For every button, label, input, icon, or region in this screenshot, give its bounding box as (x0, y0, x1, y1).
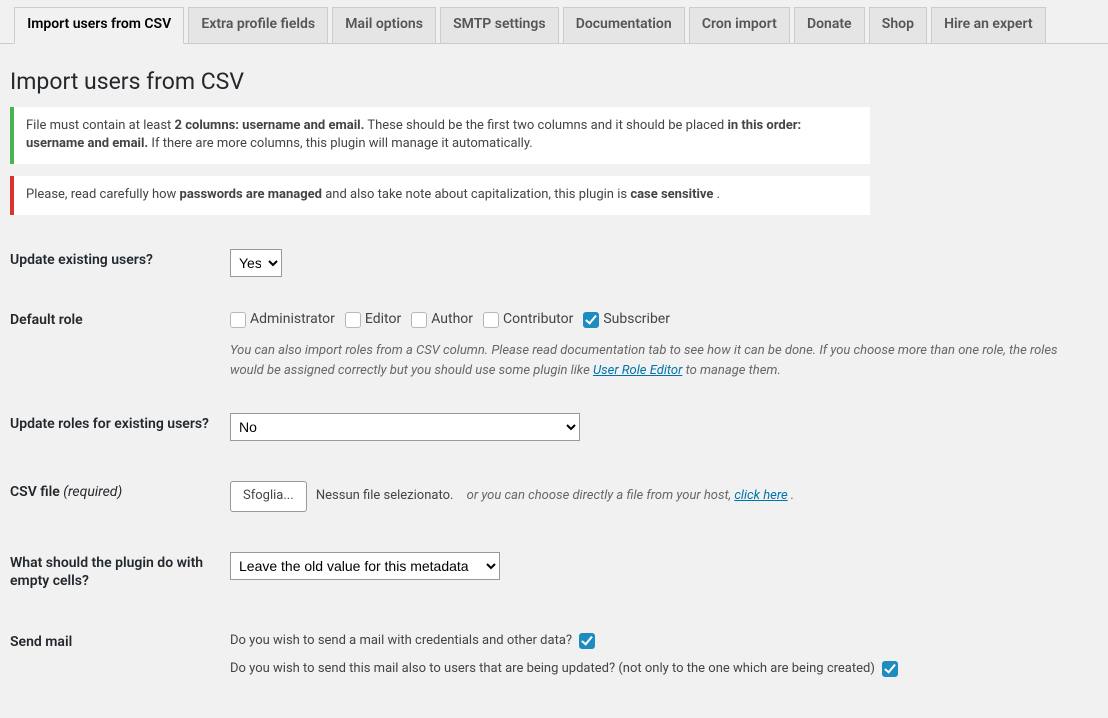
role-checkbox-group: Administrator Editor Author Contributor Subs… (230, 309, 1098, 335)
select-update-existing[interactable]: Yes (230, 249, 282, 277)
checkbox-role-author[interactable] (411, 312, 427, 328)
tab-bar: Import users from CSVExtra profile field… (0, 0, 1108, 44)
file-status-text: Nessun file selezionato. (316, 488, 454, 503)
tab-hire-an-expert[interactable]: Hire an expert (931, 7, 1045, 43)
label-update-existing: Update existing users? (10, 249, 230, 270)
role-option-subscriber[interactable]: Subscriber (583, 309, 670, 331)
notice-text: and also take note about capitalization,… (325, 187, 630, 202)
tab-shop[interactable]: Shop (869, 7, 927, 43)
select-update-roles[interactable]: No (230, 413, 580, 441)
mail-q1: Do you wish to send a mail with credenti… (230, 631, 1098, 651)
label-empty-cells: What should the plugin do with empty cel… (10, 552, 230, 592)
tab-donate[interactable]: Donate (794, 7, 865, 43)
checkbox-send-mail-credentials[interactable] (579, 633, 595, 649)
file-hint: or you can choose directly a file from y… (467, 488, 795, 503)
role-option-contributor[interactable]: Contributor (483, 309, 573, 331)
role-option-editor[interactable]: Editor (345, 309, 401, 331)
tab-extra-profile-fields[interactable]: Extra profile fields (188, 7, 328, 43)
page-title: Import users from CSV (10, 68, 1098, 95)
notice-text: File must contain at least (26, 118, 175, 133)
label-update-roles: Update roles for existing users? (10, 413, 230, 434)
link-user-role-editor[interactable]: User Role Editor (593, 363, 682, 378)
notice-text: If there are more columns, this plugin w… (151, 136, 532, 151)
tab-import-users-from-csv[interactable]: Import users from CSV (14, 7, 184, 44)
tab-smtp-settings[interactable]: SMTP settings (440, 7, 558, 43)
row-update-existing: Update existing users? Yes (10, 227, 1098, 287)
notice-warning-passwords: Please, read carefully how passwords are… (10, 176, 870, 215)
role-option-author[interactable]: Author (411, 309, 473, 331)
notice-text: These should be the first two columns an… (367, 118, 727, 133)
roles-desc: You can also import roles from a CSV col… (230, 341, 1060, 381)
checkbox-send-mail-updated[interactable] (882, 661, 898, 677)
notice-bold: case sensitive (630, 187, 713, 202)
page-body: Import users from CSV File must contain … (0, 44, 1108, 718)
row-send-mail: Send mail Do you wish to send a mail wit… (10, 601, 1098, 697)
notice-text: Please, read carefully how (26, 187, 180, 202)
row-csv-file: CSV file (required) Sfoglia... Nessun fi… (10, 451, 1098, 521)
role-option-administrator[interactable]: Administrator (230, 309, 335, 331)
row-default-role: Default role Administrator Editor Author Co… (10, 287, 1098, 391)
label-default-role: Default role (10, 309, 230, 330)
tab-documentation[interactable]: Documentation (563, 7, 685, 43)
row-update-roles: Update roles for existing users? No (10, 391, 1098, 451)
label-csv-file: CSV file (required) (10, 481, 230, 502)
select-empty-cells[interactable]: Leave the old value for this metadata (230, 552, 500, 580)
checkbox-role-contributor[interactable] (483, 312, 499, 328)
tab-cron-import[interactable]: Cron import (689, 7, 790, 43)
row-empty-cells: What should the plugin do with empty cel… (10, 522, 1098, 602)
notice-bold: passwords are managed (180, 187, 322, 202)
notice-bold: 2 columns: username and email. (175, 118, 365, 133)
checkbox-role-subscriber[interactable] (583, 312, 599, 328)
checkbox-role-administrator[interactable] (230, 312, 246, 328)
label-send-mail: Send mail (10, 631, 230, 652)
link-choose-from-host[interactable]: click here (734, 488, 787, 503)
tab-mail-options[interactable]: Mail options (332, 7, 436, 43)
checkbox-role-editor[interactable] (345, 312, 361, 328)
file-browse-button[interactable]: Sfoglia... (230, 481, 307, 511)
notice-info-columns: File must contain at least 2 columns: us… (10, 107, 870, 165)
mail-q2: Do you wish to send this mail also to us… (230, 659, 1098, 679)
notice-text: . (717, 187, 720, 202)
